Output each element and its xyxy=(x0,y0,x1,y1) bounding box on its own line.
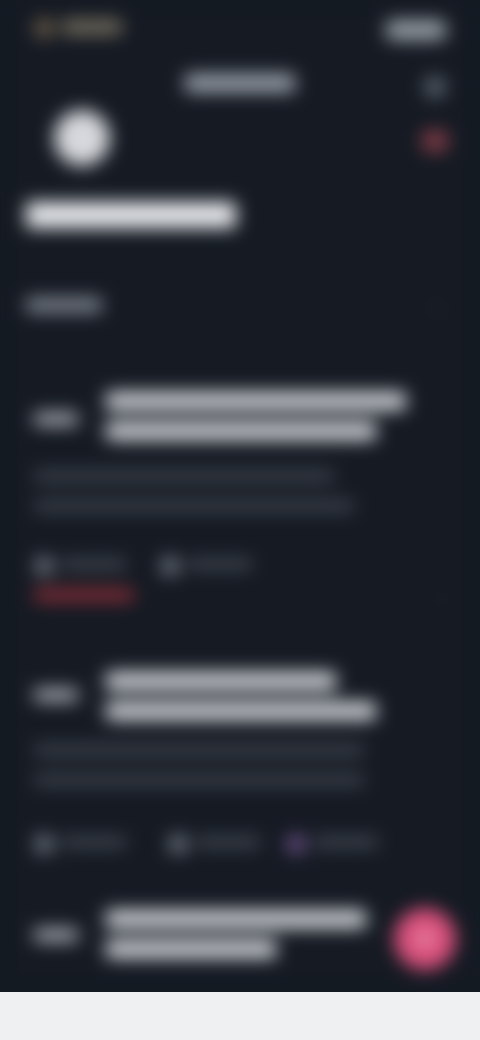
app-screen: › ··· + xyxy=(0,0,480,1040)
status-bar xyxy=(0,0,480,56)
text-placeholder xyxy=(34,929,78,941)
signal-icon xyxy=(386,20,446,40)
text-placeholder xyxy=(314,837,378,847)
text-placeholder xyxy=(106,702,376,720)
compose-button[interactable]: + xyxy=(394,908,456,970)
share-icon[interactable] xyxy=(286,834,306,854)
text-placeholder xyxy=(106,672,336,690)
text-placeholder xyxy=(34,689,78,701)
post-meta xyxy=(34,832,454,856)
text-placeholder xyxy=(62,20,122,34)
text-placeholder xyxy=(185,74,295,92)
text-placeholder xyxy=(34,470,334,482)
chevron-right-icon: › xyxy=(434,298,440,318)
like-icon[interactable] xyxy=(34,834,54,854)
text-placeholder xyxy=(62,837,126,847)
text-placeholder xyxy=(106,422,376,440)
text-placeholder xyxy=(106,910,366,928)
text-placeholder xyxy=(34,589,134,601)
bottom-bar xyxy=(0,992,480,1040)
text-placeholder xyxy=(188,559,252,569)
text-placeholder xyxy=(106,392,406,410)
post-body xyxy=(34,470,374,530)
text-placeholder xyxy=(62,559,126,569)
text-placeholder xyxy=(26,202,236,228)
post-time xyxy=(34,686,78,706)
like-count xyxy=(62,834,126,851)
text-placeholder xyxy=(34,774,364,786)
post-meta xyxy=(34,554,454,578)
text-placeholder xyxy=(26,298,102,312)
section-label xyxy=(26,296,102,316)
post-title xyxy=(106,910,416,970)
post-body xyxy=(34,744,374,804)
avatar[interactable] xyxy=(54,110,110,166)
text-placeholder xyxy=(34,500,354,512)
like-icon[interactable] xyxy=(34,556,54,576)
post-title xyxy=(106,672,416,732)
share-count xyxy=(314,834,378,851)
text-placeholder xyxy=(196,837,260,847)
comment-count xyxy=(188,556,252,573)
post-time xyxy=(34,410,78,430)
comment-count xyxy=(196,834,260,851)
text-placeholder xyxy=(106,940,276,958)
profile-name xyxy=(26,202,236,236)
plus-icon: + xyxy=(415,920,435,958)
status-badge xyxy=(34,588,134,605)
post-time xyxy=(34,926,78,946)
text-placeholder xyxy=(34,413,78,425)
more-icon[interactable]: ··· xyxy=(435,590,450,607)
page-title xyxy=(0,72,480,98)
comment-icon[interactable] xyxy=(168,834,188,854)
menu-icon[interactable] xyxy=(424,76,446,98)
blurred-content: › ··· + xyxy=(0,0,480,992)
post-title xyxy=(106,392,416,452)
alert-icon[interactable] xyxy=(422,130,448,152)
comment-icon[interactable] xyxy=(160,556,180,576)
text-placeholder xyxy=(34,744,364,756)
like-count xyxy=(62,556,126,573)
section-header[interactable]: › xyxy=(26,296,446,324)
status-time xyxy=(62,18,122,39)
notification-icon xyxy=(34,18,54,38)
